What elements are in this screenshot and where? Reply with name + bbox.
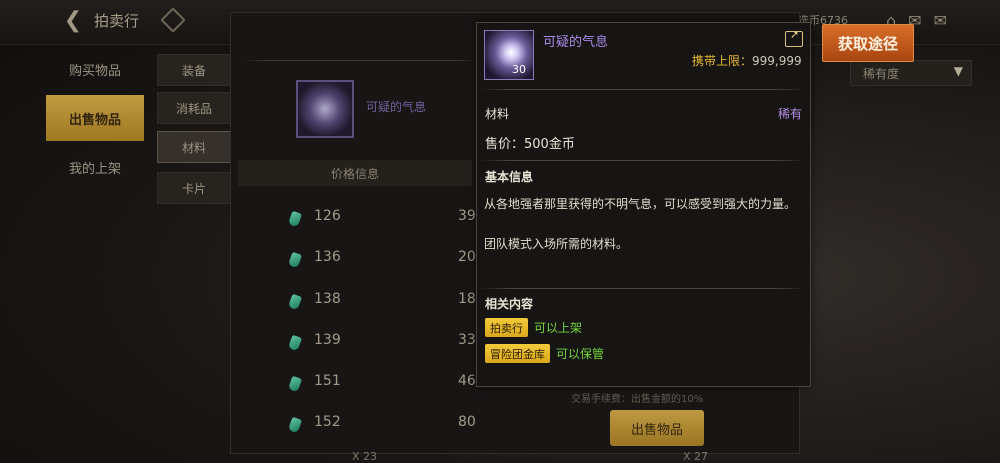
related-title: 相关内容 [485, 297, 534, 311]
basic-info-title: 基本信息 [485, 170, 534, 184]
carry-limit-value: 999,999 [752, 54, 802, 68]
tooltip-divider [480, 89, 806, 90]
stack-count: 30 [512, 63, 526, 76]
tooltip-item-name: 可疑的气息 [543, 35, 609, 50]
share-arrow-icon: ➚ [790, 28, 800, 41]
related-row: 拍卖行 可以上架 [485, 318, 582, 337]
tooltip-divider [480, 160, 806, 161]
obtain-route-button[interactable]: 获取途径 [822, 24, 914, 62]
item-description: 从各地强者那里获得的不明气息，可以感受到强大的力量。 团队模式入场所需的材料。 [484, 194, 802, 254]
related-text: 可以上架 [534, 321, 583, 335]
carry-limit-label: 携带上限： [692, 54, 753, 68]
related-tag[interactable]: 拍卖行 [485, 318, 528, 337]
description-line: 从各地强者那里获得的不明气息，可以感受到强大的力量。 [484, 197, 797, 211]
related-text: 可以保管 [556, 347, 605, 361]
description-line: 团队模式入场所需的材料。 [484, 237, 629, 251]
item-price: 售价：500金币 [485, 137, 575, 152]
item-type: 材料 [485, 107, 510, 121]
related-row: 冒险团金库 可以保管 [485, 344, 604, 363]
item-rarity: 稀有 [778, 107, 803, 121]
carry-limit: 携带上限：999,999 [692, 52, 802, 69]
item-icon [484, 30, 534, 80]
related-tag[interactable]: 冒险团金库 [485, 344, 550, 363]
tooltip-divider [480, 288, 806, 289]
